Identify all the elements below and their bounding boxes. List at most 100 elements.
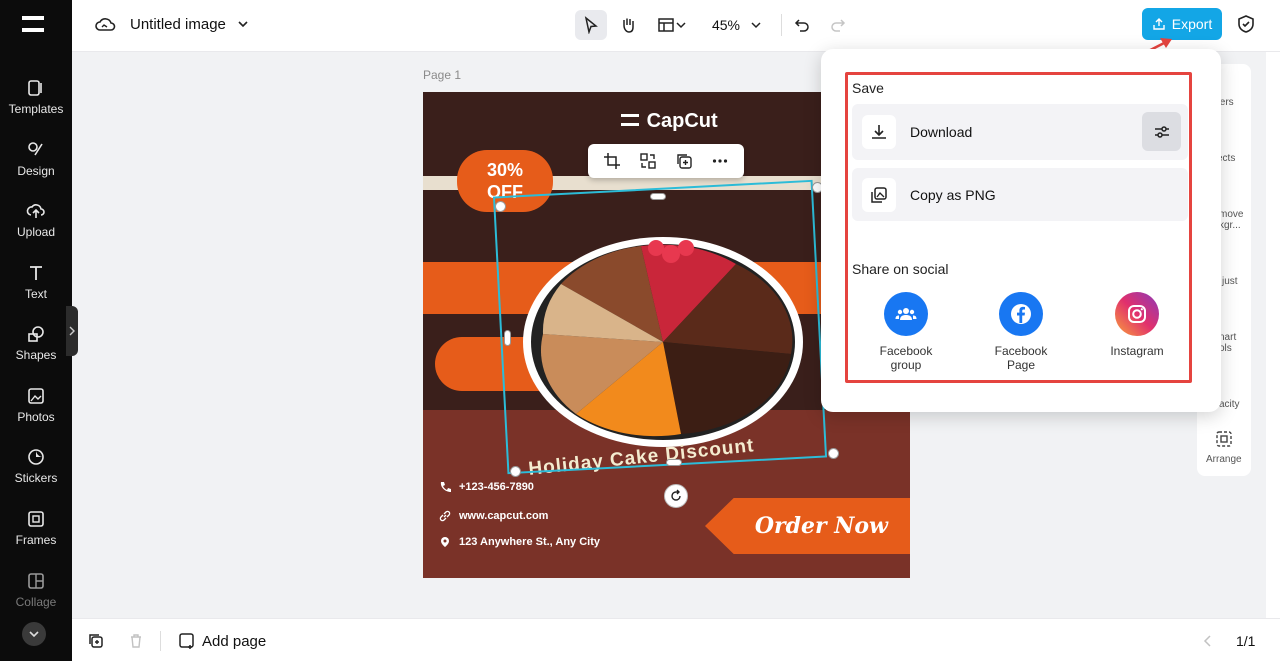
phone-text: +123-456-7890 xyxy=(459,481,534,493)
photos-icon xyxy=(28,388,44,404)
sidebar-item-text[interactable]: Text xyxy=(0,263,72,321)
export-icon xyxy=(1153,18,1165,30)
copy-icon-box xyxy=(862,177,896,212)
rail-label-opacity[interactable]: acity xyxy=(1219,399,1240,410)
download-option[interactable]: Download xyxy=(852,104,1188,160)
rail-label-remove-background[interactable]: move kgr... xyxy=(1219,209,1243,231)
badge-percent: 30% xyxy=(486,160,524,180)
arrange-icon[interactable] xyxy=(1215,430,1233,448)
artboard-brand: CapCut xyxy=(619,110,718,133)
sliders-icon xyxy=(1154,125,1169,138)
trash-icon[interactable] xyxy=(128,633,144,649)
zoom-level: 45% xyxy=(711,17,741,33)
instagram-logo xyxy=(1128,305,1146,323)
redo-button[interactable] xyxy=(824,10,852,40)
more-options-button[interactable] xyxy=(711,152,729,170)
sidebar-item-design[interactable]: Design xyxy=(0,140,72,198)
rail-label-smart-tools[interactable]: nart ols xyxy=(1219,332,1236,354)
chevron-down-icon xyxy=(676,22,686,29)
redo-icon xyxy=(831,19,846,32)
rotate-icon xyxy=(671,489,681,501)
design-icon xyxy=(28,142,43,156)
sidebar-more-button[interactable] xyxy=(22,622,46,646)
sidebar-item-label: Collage xyxy=(15,595,57,609)
copy-image-icon xyxy=(871,186,887,203)
sidebar-item-shapes[interactable]: Shapes xyxy=(0,324,72,382)
page-label: Page 1 xyxy=(423,68,462,82)
crop-icon xyxy=(604,153,620,169)
sidebar-item-frames[interactable]: Frames xyxy=(0,509,72,567)
replace-button[interactable] xyxy=(639,152,657,170)
hand-icon xyxy=(623,18,634,33)
sidebar-collapse-handle[interactable] xyxy=(66,306,78,356)
zoom-select[interactable]: 45% xyxy=(704,10,770,40)
facebook-icon xyxy=(999,292,1043,336)
resize-handle[interactable] xyxy=(495,201,506,212)
social-label-line2: group xyxy=(890,358,922,372)
sidebar-item-photos[interactable]: Photos xyxy=(0,386,72,444)
select-tool-button[interactable] xyxy=(575,10,607,40)
replace-icon xyxy=(640,153,656,169)
cloud-save-icon[interactable] xyxy=(94,14,116,36)
crop-button[interactable] xyxy=(603,152,621,170)
layout-icon xyxy=(658,18,674,32)
social-label: Instagram xyxy=(1110,344,1164,358)
resize-handle[interactable] xyxy=(650,193,666,200)
share-heading: Share on social xyxy=(852,261,949,277)
templates-icon xyxy=(28,80,42,96)
document-title[interactable]: Untitled image xyxy=(130,16,226,33)
frames-icon xyxy=(28,511,44,527)
collage-icon xyxy=(28,573,44,589)
link-icon xyxy=(439,510,451,522)
undo-button[interactable] xyxy=(788,10,816,40)
shapes-icon xyxy=(28,326,44,342)
duplicate-icon xyxy=(677,154,692,169)
facebook-group-share[interactable]: Facebook group xyxy=(862,292,950,372)
hand-tool-button[interactable] xyxy=(612,10,644,40)
chevron-down-icon[interactable] xyxy=(236,17,250,31)
facebook-group-icon xyxy=(884,292,928,336)
sidebar-item-label: Stickers xyxy=(14,471,58,485)
sidebar-item-label: Upload xyxy=(16,225,56,239)
website-text: www.capcut.com xyxy=(459,510,549,522)
duplicate-button[interactable] xyxy=(675,152,693,170)
sidebar-item-label: Design xyxy=(17,164,55,178)
rotate-handle[interactable] xyxy=(664,484,688,508)
divider xyxy=(160,631,161,651)
left-sidebar: Templates Design Upload Text Shapes Phot… xyxy=(0,0,72,661)
sidebar-item-stickers[interactable]: Stickers xyxy=(0,447,72,505)
rail-label-arrange[interactable]: Arrange xyxy=(1206,454,1242,465)
copy-as-png-option[interactable]: Copy as PNG xyxy=(852,168,1188,221)
sidebar-item-label: Frames xyxy=(15,533,57,547)
sidebar-item-upload[interactable]: Upload xyxy=(0,201,72,259)
shield-icon[interactable] xyxy=(1236,14,1256,34)
cursor-icon xyxy=(584,16,598,34)
bottom-bar: Add page 1/1 xyxy=(72,618,1280,661)
social-label: Facebook xyxy=(994,344,1048,358)
add-page-button[interactable]: Add page xyxy=(178,632,266,650)
resize-handle[interactable] xyxy=(828,448,839,459)
resize-handle[interactable] xyxy=(666,459,682,466)
sidebar-item-collage[interactable]: Collage xyxy=(0,571,72,629)
chevron-left-icon[interactable] xyxy=(1202,634,1214,648)
download-settings-button[interactable] xyxy=(1142,112,1181,151)
layout-button[interactable] xyxy=(652,10,692,40)
rail-label-adjust[interactable]: just xyxy=(1222,276,1238,287)
selection-box[interactable] xyxy=(492,179,828,475)
resize-handle[interactable] xyxy=(504,330,511,346)
save-heading: Save xyxy=(852,80,884,96)
sidebar-item-templates[interactable]: Templates xyxy=(0,78,72,136)
instagram-share[interactable]: Instagram xyxy=(1093,292,1181,358)
sidebar-item-label: Text xyxy=(24,287,47,301)
capcut-logo[interactable] xyxy=(18,10,48,38)
page-counter: 1/1 xyxy=(1236,633,1256,649)
divider xyxy=(781,14,782,36)
facebook-page-share[interactable]: Facebook Page xyxy=(977,292,1065,372)
sidebar-item-label: Photos xyxy=(17,410,55,424)
group-icon xyxy=(895,308,917,320)
phone-icon xyxy=(440,482,451,492)
duplicate-page-icon[interactable] xyxy=(88,633,104,649)
address-line: 123 Anywhere St., Any City xyxy=(439,536,600,548)
resize-handle[interactable] xyxy=(510,466,521,477)
capcut-logo xyxy=(621,114,639,126)
